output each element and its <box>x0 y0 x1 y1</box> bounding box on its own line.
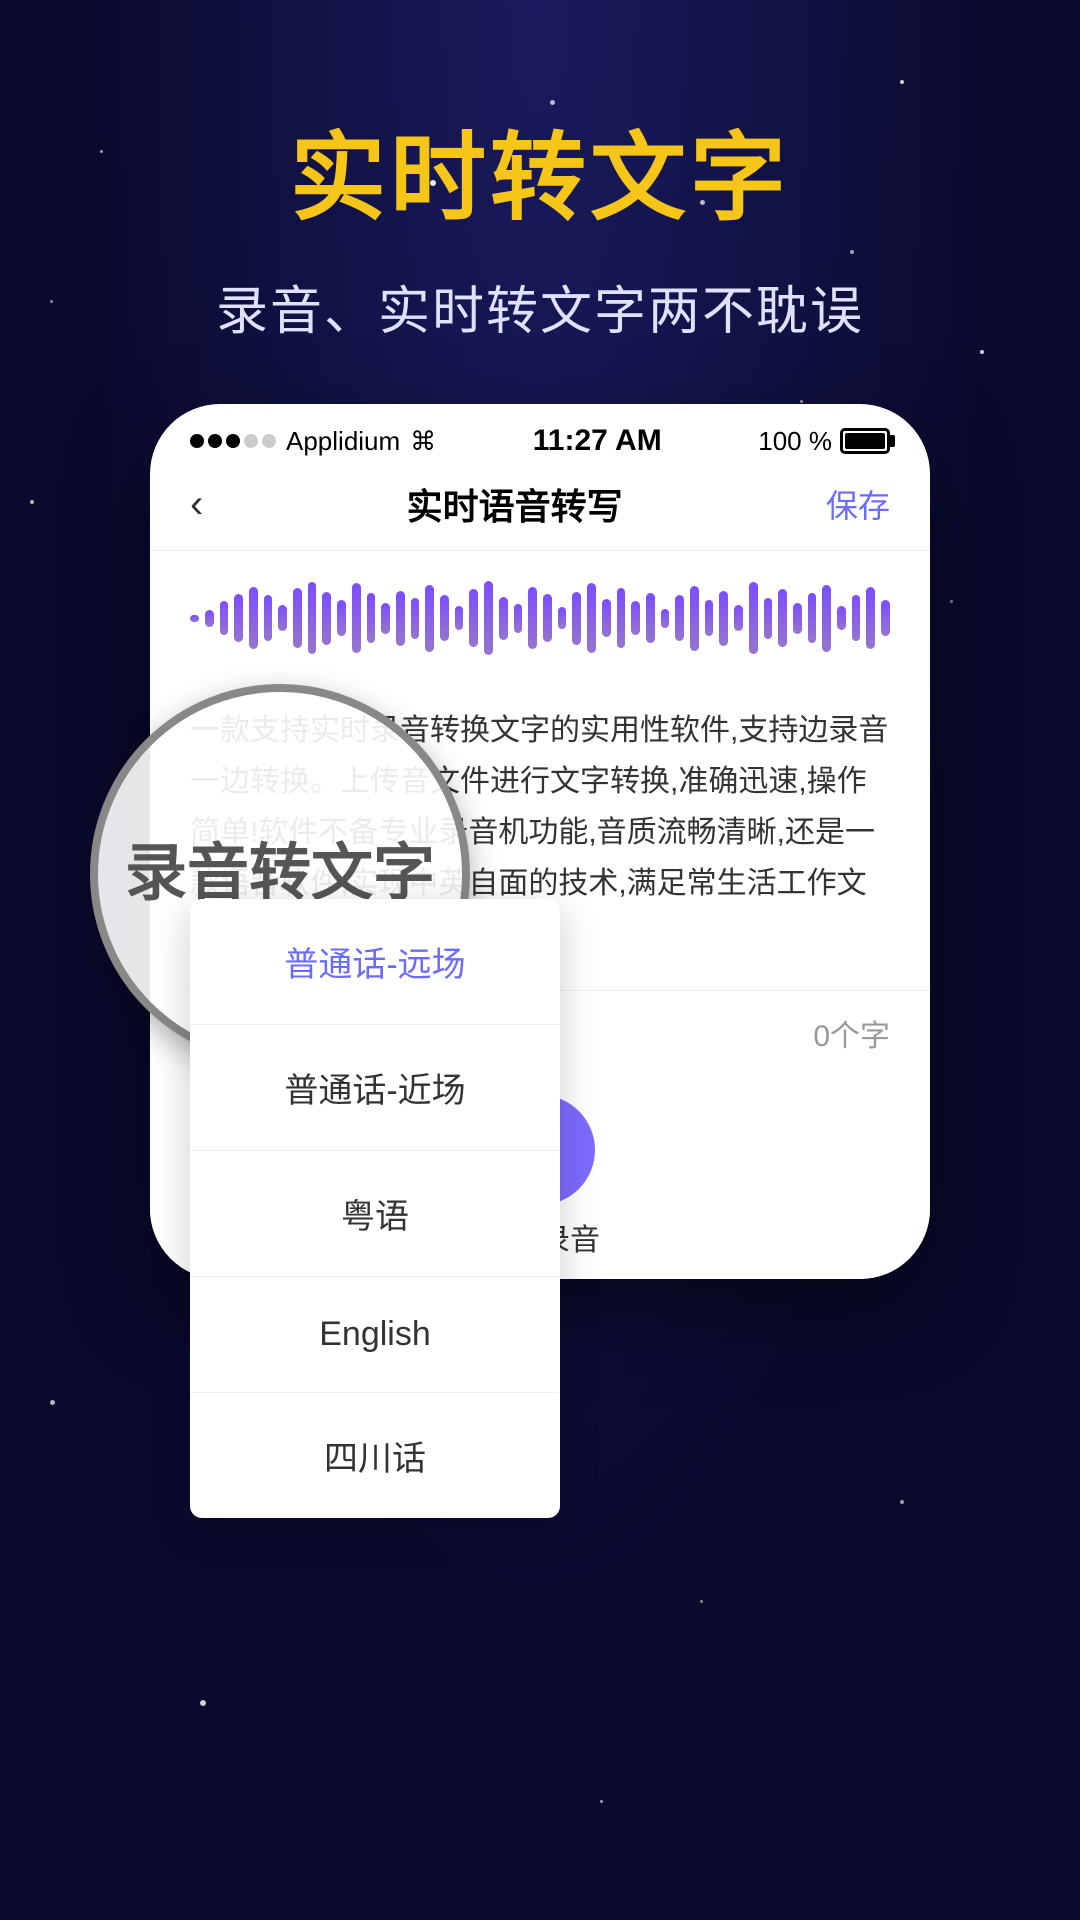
dropdown-item-english[interactable]: English <box>190 1277 560 1393</box>
wave-bar <box>352 583 361 653</box>
waveform <box>150 551 930 685</box>
wave-bar <box>631 601 640 635</box>
wave-bar <box>852 595 861 641</box>
wave-bar <box>558 607 567 629</box>
wave-bar <box>190 615 199 622</box>
wave-bar <box>469 589 478 647</box>
wave-bar <box>587 583 596 653</box>
phone-mockup: Applidium ⌘ 11:27 AM 100 % ‹ 实时语音转写 保存 <box>150 404 930 1279</box>
wave-bar <box>808 593 817 643</box>
wave-bar <box>499 597 508 640</box>
wave-bar <box>440 595 449 641</box>
wave-bar <box>234 594 243 642</box>
wave-bar <box>337 600 346 636</box>
dropdown-item-sichuan[interactable]: 四川话 <box>190 1393 560 1518</box>
wave-bar <box>322 592 331 645</box>
wave-bar <box>646 593 655 643</box>
wave-bar <box>690 586 699 651</box>
wave-bar <box>455 606 464 630</box>
wave-bar <box>425 585 434 652</box>
hero-title: 实时转文字 <box>290 100 790 239</box>
wave-bar <box>793 603 802 634</box>
signal-icon <box>190 434 276 448</box>
nav-bar: ‹ 实时语音转写 保存 <box>150 468 930 551</box>
nav-title: 实时语音转写 <box>407 478 623 530</box>
wave-bar <box>514 604 523 633</box>
wave-bar <box>719 591 728 646</box>
wave-bar <box>367 593 376 643</box>
wave-bar <box>822 585 831 652</box>
dropdown-item-putonghua-near[interactable]: 普通话-近场 <box>190 1025 560 1151</box>
page-container: 实时转文字 录音、实时转文字两不耽误 Applidium ⌘ <box>0 0 1080 1920</box>
wave-bar <box>661 609 670 628</box>
wave-bar <box>617 588 626 648</box>
wave-bar <box>484 581 493 655</box>
wifi-icon: ⌘ <box>410 426 436 457</box>
wave-bar <box>543 594 552 642</box>
wave-bar <box>528 587 537 649</box>
save-button[interactable]: 保存 <box>826 481 890 527</box>
status-time: 11:27 AM <box>533 424 662 458</box>
wave-bar <box>734 605 743 631</box>
wave-bar <box>293 588 302 648</box>
wave-bar <box>381 603 390 634</box>
wave-bar <box>264 595 273 641</box>
wave-bar <box>778 589 787 647</box>
wave-bar <box>881 600 890 636</box>
wave-bar <box>205 610 214 627</box>
battery-icon <box>840 428 890 454</box>
wave-bar <box>764 598 773 639</box>
hero-subtitle: 录音、实时转文字两不耽误 <box>216 269 864 344</box>
language-dropdown[interactable]: 普通话-远场普通话-近场粤语English四川话 <box>190 899 560 1518</box>
dropdown-item-putonghua-far[interactable]: 普通话-远场 <box>190 899 560 1025</box>
wave-bar <box>675 595 684 641</box>
status-left: Applidium ⌘ <box>190 426 436 457</box>
carrier-label: Applidium <box>286 426 400 457</box>
wave-bar <box>866 587 875 649</box>
wave-bar <box>278 605 287 631</box>
wave-bar <box>705 600 714 636</box>
status-right: 100 % <box>758 426 890 457</box>
wave-bar <box>220 601 229 635</box>
status-bar: Applidium ⌘ 11:27 AM 100 % <box>150 404 930 468</box>
back-button[interactable]: ‹ <box>190 482 203 527</box>
wave-bar <box>411 598 420 639</box>
wave-bar <box>572 592 581 645</box>
wave-bar <box>308 582 317 654</box>
dropdown-item-cantonese[interactable]: 粤语 <box>190 1151 560 1277</box>
wave-bar <box>837 606 846 630</box>
battery-percent: 100 % <box>758 426 832 457</box>
wave-bar <box>602 599 611 637</box>
wave-bar <box>249 587 258 649</box>
wave-bar <box>749 582 758 654</box>
wave-bar <box>396 591 405 646</box>
char-count: 0个字 <box>813 1011 890 1055</box>
